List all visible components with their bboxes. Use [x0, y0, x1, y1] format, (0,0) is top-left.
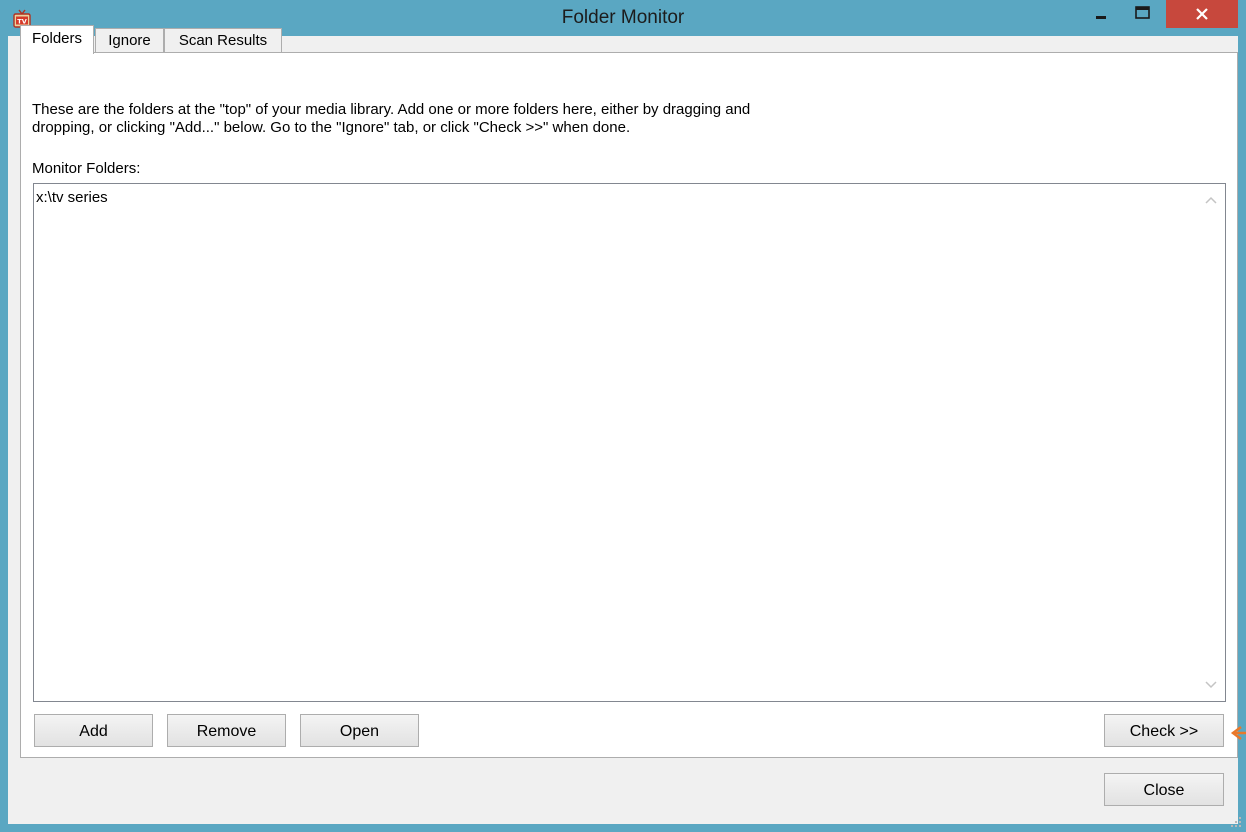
resize-grip-icon[interactable]: [1230, 816, 1242, 828]
scroll-down-button[interactable]: [1197, 671, 1225, 699]
minimize-icon: [1096, 16, 1106, 19]
pointer-arrow-icon: [1230, 726, 1246, 740]
close-icon: [1196, 8, 1208, 20]
tab-ignore[interactable]: Ignore: [95, 28, 164, 52]
close-button[interactable]: Close: [1104, 773, 1224, 806]
open-button[interactable]: Open: [300, 714, 419, 747]
scroll-up-button[interactable]: [1197, 186, 1225, 214]
maximize-icon: [1135, 6, 1150, 19]
monitor-folders-label: Monitor Folders:: [32, 160, 141, 177]
close-window-button[interactable]: [1166, 0, 1238, 28]
vertical-scrollbar[interactable]: [1197, 184, 1225, 701]
minimize-button[interactable]: [1085, 0, 1117, 28]
list-item[interactable]: x:\tv series: [36, 189, 108, 206]
chevron-down-icon: [1205, 681, 1217, 689]
tab-scan-results[interactable]: Scan Results: [164, 28, 282, 52]
add-button[interactable]: Add: [34, 714, 153, 747]
maximize-button[interactable]: [1126, 0, 1158, 28]
check-button[interactable]: Check >>: [1104, 714, 1224, 747]
instructions-text: These are the folders at the "top" of yo…: [32, 101, 751, 136]
remove-button[interactable]: Remove: [167, 714, 286, 747]
folder-monitor-window: Folder Monitor TV Folders Ignore Scan Re…: [0, 0, 1246, 832]
tab-folders[interactable]: Folders: [20, 25, 94, 54]
monitor-folders-list[interactable]: x:\tv series: [33, 183, 1226, 702]
chevron-up-icon: [1205, 196, 1217, 204]
